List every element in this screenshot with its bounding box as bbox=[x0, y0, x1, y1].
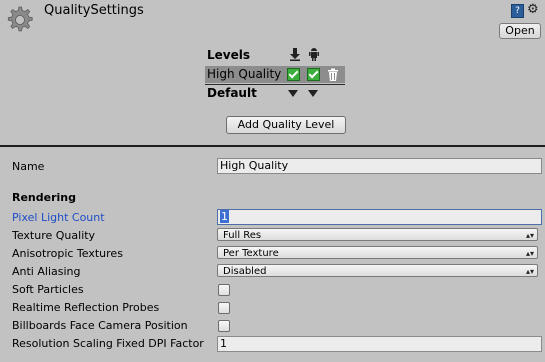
default-label: Default bbox=[207, 86, 257, 100]
dropdown-arrows-icon: ▴▾ bbox=[525, 267, 534, 276]
android-icon bbox=[308, 48, 320, 61]
rendering-section-title: Rendering bbox=[12, 191, 76, 204]
soft-particles-label: Soft Particles bbox=[12, 283, 84, 296]
name-field[interactable]: High Quality bbox=[217, 158, 542, 174]
anisotropic-textures-label: Anisotropic Textures bbox=[12, 247, 123, 260]
add-quality-level-button[interactable]: Add Quality Level bbox=[226, 116, 346, 134]
standalone-level-checkbox[interactable] bbox=[287, 68, 300, 81]
standalone-default-dropdown-icon[interactable] bbox=[288, 90, 298, 97]
levels-header: Levels bbox=[207, 48, 251, 62]
inspector-title: QualitySettings bbox=[44, 3, 144, 18]
texture-quality-label: Texture Quality bbox=[12, 229, 96, 242]
dropdown-arrows-icon: ▴▾ bbox=[525, 249, 534, 258]
pixel-light-count-value: 1 bbox=[220, 210, 229, 223]
name-label: Name bbox=[12, 160, 45, 173]
trash-icon[interactable] bbox=[327, 68, 339, 81]
levels-separator bbox=[205, 84, 345, 85]
section-divider bbox=[0, 145, 545, 147]
inspector-header: QualitySettings ? ⚙ Open bbox=[0, 0, 545, 40]
anisotropic-textures-dropdown[interactable]: Per Texture ▴▾ bbox=[217, 246, 538, 259]
quality-level-name: High Quality bbox=[207, 67, 282, 81]
billboards-face-camera-label: Billboards Face Camera Position bbox=[12, 319, 188, 332]
pixel-light-count-label: Pixel Light Count bbox=[12, 211, 105, 224]
download-arrow-icon bbox=[289, 48, 301, 61]
open-button[interactable]: Open bbox=[499, 23, 541, 39]
anti-aliasing-value: Disabled bbox=[223, 266, 267, 277]
pixel-light-count-field[interactable]: 1 bbox=[217, 209, 542, 225]
resolution-scaling-dpi-label: Resolution Scaling Fixed DPI Factor bbox=[12, 337, 204, 350]
resolution-scaling-dpi-field[interactable]: 1 bbox=[217, 336, 542, 352]
texture-quality-value: Full Res bbox=[223, 230, 262, 241]
billboards-face-camera-checkbox[interactable] bbox=[218, 320, 230, 332]
android-level-checkbox[interactable] bbox=[307, 68, 320, 81]
realtime-reflection-probes-checkbox[interactable] bbox=[218, 302, 230, 314]
quality-level-row[interactable]: High Quality bbox=[205, 66, 345, 83]
anti-aliasing-label: Anti Aliasing bbox=[12, 265, 81, 278]
gear-icon bbox=[7, 6, 33, 32]
anti-aliasing-dropdown[interactable]: Disabled ▴▾ bbox=[217, 264, 538, 277]
soft-particles-checkbox[interactable] bbox=[218, 284, 230, 296]
texture-quality-dropdown[interactable]: Full Res ▴▾ bbox=[217, 228, 538, 241]
anisotropic-textures-value: Per Texture bbox=[223, 248, 279, 259]
settings-icon[interactable]: ⚙ bbox=[527, 2, 542, 18]
realtime-reflection-probes-label: Realtime Reflection Probes bbox=[12, 301, 160, 314]
dropdown-arrows-icon: ▴▾ bbox=[525, 231, 534, 240]
help-icon[interactable]: ? bbox=[511, 4, 524, 18]
android-default-dropdown-icon[interactable] bbox=[308, 90, 318, 97]
